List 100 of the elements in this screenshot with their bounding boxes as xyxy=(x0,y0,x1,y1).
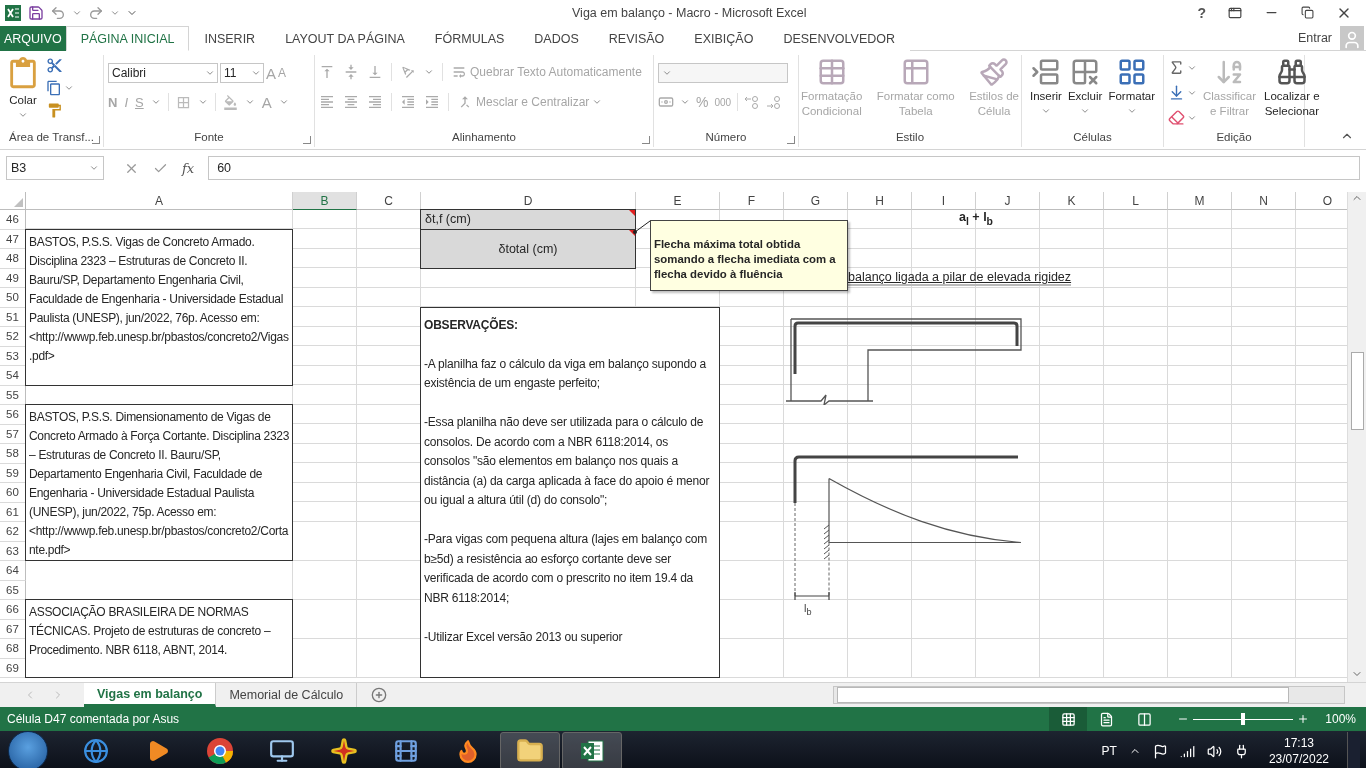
undo-icon[interactable] xyxy=(50,4,66,21)
ribbon-tab[interactable]: PÁGINA INICIAL xyxy=(65,26,190,51)
borders-icon[interactable] xyxy=(175,94,191,110)
column-header[interactable]: G xyxy=(784,192,848,210)
cells-button[interactable]: Formatar xyxy=(1106,55,1158,118)
name-box[interactable]: B3 xyxy=(6,156,104,180)
caret-icon xyxy=(251,68,261,78)
column-header[interactable]: E xyxy=(636,192,720,210)
note-text: -Para vigas com pequena altura (lajes em balanço com b≥5d) a resistência ao esforço cortante deve ser verificada de acordo com o prescrito no item 19.4 da NBR 6118:2014; xyxy=(424,531,709,607)
column-header[interactable]: F xyxy=(720,192,784,210)
column-header[interactable]: B xyxy=(293,192,357,210)
align-top-icon[interactable] xyxy=(319,64,335,80)
increase-indent-icon[interactable] xyxy=(424,94,440,110)
formula-input[interactable]: 60 xyxy=(208,156,1360,180)
slider-thumb[interactable] xyxy=(1241,713,1246,725)
flag-icon[interactable] xyxy=(1152,743,1168,759)
start-button[interactable] xyxy=(8,731,48,768)
show-desktop-button[interactable] xyxy=(1347,732,1360,768)
group-label: Fonte xyxy=(194,131,224,145)
launcher-icon[interactable] xyxy=(303,136,311,144)
decrease-indent-icon[interactable] xyxy=(400,94,416,110)
sheet-tab[interactable]: Vigas em balanço xyxy=(84,683,217,707)
language-indicator[interactable]: PT xyxy=(1101,744,1117,758)
cells-button[interactable]: Excluir xyxy=(1065,55,1105,118)
help-button[interactable]: ? xyxy=(1197,4,1206,21)
launcher-icon[interactable] xyxy=(642,136,650,144)
note-text: -Utilizar Excel versão 2013 ou superior xyxy=(424,628,624,646)
file-tab[interactable]: ARQUIVO xyxy=(0,26,66,51)
caret-icon xyxy=(680,97,690,107)
taskbar-button[interactable] xyxy=(562,732,622,768)
sign-in-link[interactable]: Entrar xyxy=(1289,31,1340,50)
zoom-in-icon[interactable] xyxy=(1297,713,1310,725)
column-header[interactable]: H xyxy=(848,192,912,210)
currency-icon[interactable] xyxy=(658,94,674,110)
row-number[interactable]: 64 xyxy=(0,561,26,581)
ribbon-display-icon[interactable] xyxy=(1228,5,1242,20)
formula-text: a$_{l}$ + l$_{b}$ xyxy=(958,210,994,227)
group-label: Estilo xyxy=(895,131,925,145)
eraser-icon[interactable] xyxy=(1168,109,1185,126)
column-header[interactable]: N xyxy=(1232,192,1296,210)
scroll-thumb[interactable] xyxy=(837,687,1289,703)
folder-icon xyxy=(516,737,544,765)
spreadsheet-logo-icon[interactable] xyxy=(4,3,22,22)
scissors-icon[interactable] xyxy=(46,57,63,74)
restore-icon[interactable] xyxy=(1301,6,1314,19)
group-label: Número xyxy=(705,131,747,145)
speaker-icon[interactable] xyxy=(1206,743,1222,759)
signal-icon[interactable] xyxy=(1179,743,1195,759)
caret-icon xyxy=(1040,106,1051,116)
column-header[interactable]: A xyxy=(26,192,293,210)
caret-icon xyxy=(197,97,208,107)
scroll-thumb[interactable] xyxy=(1351,352,1364,430)
align-bottom-icon[interactable] xyxy=(367,64,383,80)
paintbrush-icon[interactable] xyxy=(46,102,63,119)
align-left-icon[interactable] xyxy=(319,94,335,110)
cells-button[interactable]: Inserir xyxy=(1027,55,1064,118)
add-sheet-icon[interactable] xyxy=(371,687,388,703)
row-number[interactable]: 46 xyxy=(0,210,26,230)
save-icon[interactable] xyxy=(28,4,44,21)
horizontal-scrollbar[interactable] xyxy=(833,686,1345,704)
window-title: Viga em balanço - Macro - Microsoft Excel xyxy=(572,5,808,20)
caret-icon xyxy=(244,97,255,107)
caret-icon xyxy=(205,68,215,78)
clock-time[interactable]: 17:13 xyxy=(1283,736,1314,750)
column-header[interactable]: I xyxy=(912,192,976,210)
view-button[interactable] xyxy=(1049,707,1088,731)
column-header[interactable]: C xyxy=(357,192,421,210)
insert-function-button[interactable]: fx xyxy=(182,160,195,176)
column-header[interactable]: M xyxy=(1168,192,1232,210)
note-text: -Essa planilha não deve ser utilizada para o cálculo de consolos. De acordo com a NBR 6118:2014, os consolos "são elementos em balanço nos quais a distância (a) da carga aplicada à face do apoio é menor ou igual a altura útil (d) do consolo"; xyxy=(424,414,711,509)
align-middle-icon[interactable] xyxy=(343,64,359,80)
paste-button[interactable]: Colar xyxy=(4,55,42,122)
dimension-label: l$_{b}$ xyxy=(804,601,812,617)
column-header[interactable]: K xyxy=(1040,192,1104,210)
caret-icon xyxy=(278,97,289,107)
align-center-icon[interactable] xyxy=(343,94,359,110)
launcher-icon[interactable] xyxy=(787,136,795,144)
clock-date[interactable]: 23/07/2022 xyxy=(1268,752,1329,766)
wrap-icon xyxy=(451,64,467,80)
column-header[interactable]: J xyxy=(976,192,1040,210)
group-label: Área de Transf... xyxy=(9,131,94,145)
decrease-decimal-icon[interactable] xyxy=(766,95,783,109)
vertical-scrollbar[interactable] xyxy=(1347,192,1366,682)
taskbar-button[interactable] xyxy=(500,732,560,768)
column-header[interactable]: L xyxy=(1104,192,1168,210)
group-label: Edição xyxy=(1216,131,1252,145)
editing-button[interactable]: Localizar e Selecionar xyxy=(1262,55,1322,121)
align-right-icon[interactable] xyxy=(367,94,383,110)
text-orientation-icon[interactable] xyxy=(400,64,416,80)
caret-icon xyxy=(592,97,603,107)
film-icon xyxy=(393,738,419,764)
copy-icon[interactable] xyxy=(46,80,62,96)
fill-color-icon[interactable] xyxy=(222,94,238,110)
number-format-field[interactable] xyxy=(658,63,788,83)
globe-icon xyxy=(83,738,109,764)
launcher-icon[interactable] xyxy=(92,136,100,144)
fill-down-icon[interactable] xyxy=(1168,84,1185,101)
increase-decimal-icon[interactable] xyxy=(744,95,761,109)
reference-text: BASTOS, P.S.S. Dimensionamento de Vigas de Concreto Armado à Força Cortante. Disciplina 2323 – Estruturas de Concreto II. Bauru/SP, Departamento Engenharia Civil, Faculdade de Engenharia - Universidade Estadual Paulista (UNESP), jun/2022, 75p. Acesso em: <http://wwwp.feb.unesp.br/pbastos/concreto2/Cortante.pdf> xyxy=(25,404,293,561)
redo-icon[interactable] xyxy=(88,4,104,21)
